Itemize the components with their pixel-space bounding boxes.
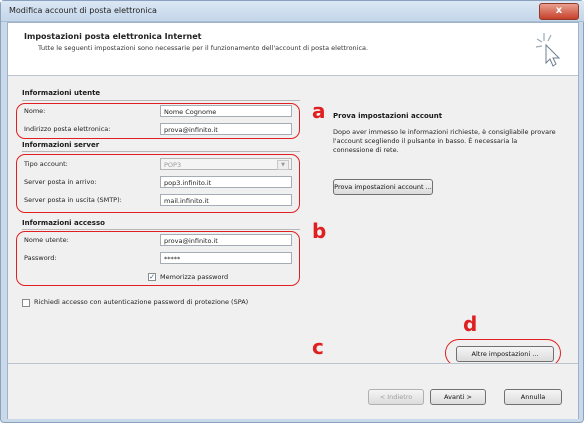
spa-label: Richiedi accesso con autenticazione pass… <box>34 298 249 306</box>
dialog-body: Impostazioni posta elettronica Internet … <box>7 22 579 419</box>
cursor-sparkle-icon <box>535 33 561 67</box>
server-info-heading: Informazioni server <box>22 141 100 149</box>
annotation-box-b <box>16 154 300 213</box>
divider <box>22 229 300 230</box>
annotation-label-b: b <box>312 219 327 243</box>
header-subtitle: Tutte le seguenti impostazioni sono nece… <box>38 44 369 52</box>
logon-info-heading: Informazioni accesso <box>22 219 105 227</box>
user-info-heading: Informazioni utente <box>22 89 101 97</box>
cancel-button[interactable]: Annulla <box>504 389 562 405</box>
annotation-label-d: d <box>463 312 478 336</box>
annotation-label-a: a <box>312 99 326 123</box>
close-button[interactable]: x <box>539 3 579 20</box>
header-title: Impostazioni posta elettronica Internet <box>24 32 202 41</box>
dialog-window: Modifica account di posta elettronica x … <box>0 0 584 423</box>
test-settings-heading: Prova impostazioni account <box>333 112 443 120</box>
test-account-button[interactable]: Prova impostazioni account ... <box>333 179 433 195</box>
spa-checkbox[interactable] <box>22 299 30 307</box>
window-title: Modifica account di posta elettronica <box>9 6 157 15</box>
back-button[interactable]: < Indietro <box>368 389 424 405</box>
dialog-footer: < Indietro Avanti > Annulla <box>8 363 578 419</box>
title-bar: Modifica account di posta elettronica x <box>1 1 584 22</box>
annotation-label-c: c <box>312 335 324 359</box>
annotation-box-a <box>16 103 300 139</box>
dialog-header: Impostazioni posta elettronica Internet … <box>8 23 578 76</box>
divider <box>22 100 300 101</box>
next-button[interactable]: Avanti > <box>430 389 486 405</box>
divider <box>22 151 300 152</box>
test-settings-description: Dopo aver immesso le informazioni richie… <box>333 128 556 154</box>
annotation-box-c <box>16 231 300 286</box>
